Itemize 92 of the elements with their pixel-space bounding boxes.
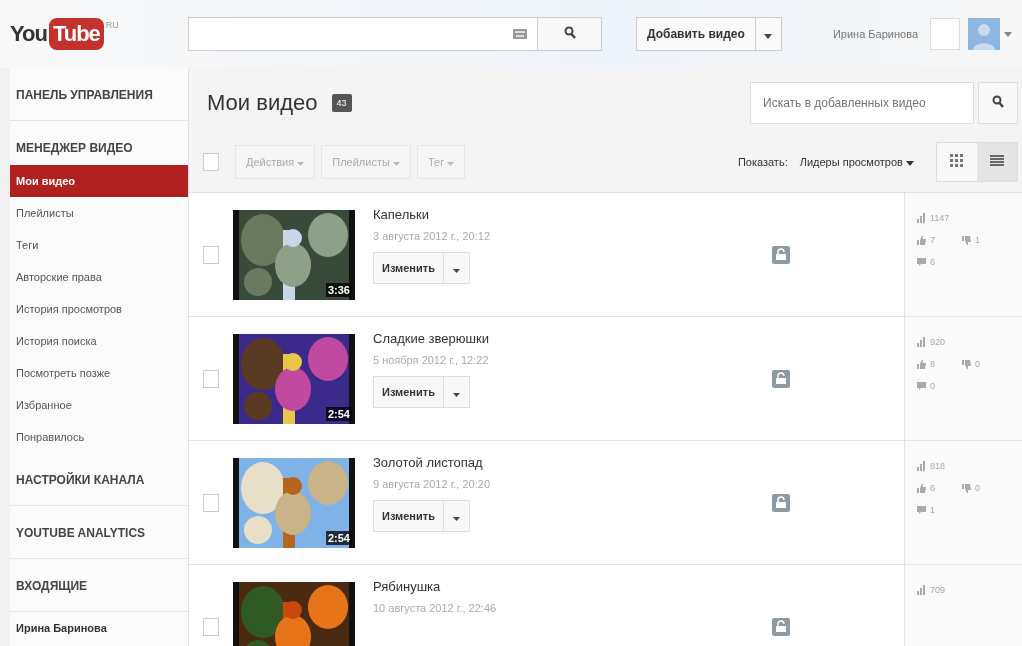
sidebar-item[interactable]: Плейлисты <box>10 197 188 229</box>
caret-icon <box>392 162 400 166</box>
sidebar-item[interactable]: Посмотреть позже <box>10 357 188 389</box>
upload-date: 9 августа 2012 г., 20:20 <box>373 478 490 490</box>
thumbs-up-icon <box>917 235 926 245</box>
search-button[interactable] <box>978 82 1018 124</box>
search-button[interactable] <box>538 17 602 51</box>
dislike-count: 1 <box>975 235 980 245</box>
like-count: 8 <box>930 359 936 369</box>
video-search-field[interactable]: Искать в добавленных видео <box>750 82 974 124</box>
sidebar-heading[interactable]: НАСТРОЙКИ КАНАЛА <box>16 473 145 487</box>
lock-icon[interactable] <box>772 493 790 512</box>
like-count: 7 <box>930 235 936 245</box>
bar-chart-icon <box>917 461 926 471</box>
sidebar-item[interactable]: История поиска <box>10 325 188 357</box>
lock-icon[interactable] <box>772 245 790 264</box>
user-name[interactable]: Ирина Баринова <box>832 28 918 40</box>
thumbs-up-icon <box>917 483 926 493</box>
lock-icon[interactable] <box>772 369 790 388</box>
sidebar-heading[interactable]: ПАНЕЛЬ УПРАВЛЕНИЯ <box>16 88 153 102</box>
caret-icon <box>452 392 460 397</box>
dislike-count: 0 <box>975 359 980 369</box>
sidebar-heading[interactable]: МЕНЕДЖЕР ВИДЕО <box>16 141 133 155</box>
count-badge: 43 <box>331 94 352 112</box>
dropdown-button[interactable] <box>755 17 782 51</box>
bar-chart-icon <box>917 337 926 347</box>
upload-button[interactable]: Добавить видео <box>636 17 756 51</box>
thumbs-down-icon <box>962 483 971 493</box>
edit-button[interactable]: Изменить <box>373 376 444 408</box>
page-title: Мои видео <box>207 90 318 116</box>
keyboard-icon[interactable] <box>513 29 527 39</box>
upload-date: 3 августа 2012 г., 20:12 <box>373 230 490 242</box>
avatar-icon[interactable] <box>968 18 1000 50</box>
row-checkbox[interactable] <box>203 245 219 264</box>
sidebar-item[interactable]: Теги <box>10 229 188 261</box>
bar-chart-icon <box>917 585 926 595</box>
list-view-button[interactable] <box>977 143 1017 181</box>
select-all-checkbox[interactable] <box>203 153 219 171</box>
thumbs-down-icon <box>962 359 971 369</box>
bar-chart-icon <box>917 213 926 223</box>
like-count: 6 <box>930 483 936 493</box>
region-label: RU <box>105 20 119 30</box>
comment-icon <box>917 506 926 514</box>
caret-icon <box>764 33 773 39</box>
sidebar-heading[interactable]: YOUTUBE ANALYTICS <box>16 526 146 540</box>
video-title[interactable]: Рябинушка <box>373 579 497 594</box>
sidebar-item[interactable]: Авторские права <box>10 261 188 293</box>
thumbs-up-icon <box>917 359 926 369</box>
logo-badge: Tube <box>48 18 104 50</box>
grid-icon <box>950 153 964 168</box>
video-title[interactable]: Золотой листопад <box>373 455 490 470</box>
row-checkbox[interactable] <box>203 369 219 388</box>
caret-icon[interactable] <box>1004 31 1012 37</box>
sort-label: Показать: <box>737 156 788 168</box>
grid-view-button[interactable] <box>937 143 977 181</box>
row-checkbox[interactable] <box>203 617 219 636</box>
view-count: 1147 <box>930 213 950 223</box>
lock-icon[interactable] <box>772 617 790 636</box>
caret-icon <box>452 268 460 273</box>
comment-icon <box>917 382 926 390</box>
comment-icon <box>917 258 926 266</box>
search-field[interactable] <box>188 17 538 51</box>
comment-count: 6 <box>930 257 935 267</box>
thumbs-down-icon <box>962 235 971 245</box>
caret-icon <box>297 162 305 166</box>
sidebar-item[interactable]: Понравилось <box>10 421 188 453</box>
sidebar-heading[interactable]: ВХОДЯЩИЕ <box>16 579 88 593</box>
caret-icon <box>906 161 914 166</box>
view-count: 920 <box>930 337 946 347</box>
comment-count: 1 <box>930 505 935 515</box>
caret-icon <box>452 516 460 521</box>
search-icon <box>563 26 576 39</box>
upload-date: 10 августа 2012 г., 22:46 <box>373 602 497 614</box>
sidebar-item[interactable]: История просмотров <box>10 293 188 325</box>
logo-text: You <box>10 20 47 48</box>
caret-icon <box>447 162 455 166</box>
video-title[interactable]: Сладкие зверюшки <box>373 331 489 346</box>
video-title[interactable]: Капельки <box>373 207 490 222</box>
upload-date: 5 ноября 2012 г., 12:22 <box>373 354 489 366</box>
search-icon <box>992 95 1004 108</box>
view-count: 709 <box>930 585 946 595</box>
sort-dropdown[interactable]: Лидеры просмотров <box>793 155 920 169</box>
dislike-count: 0 <box>975 483 980 493</box>
sidebar-item[interactable]: Мои видео <box>10 165 188 197</box>
user-name[interactable]: Ирина Баринова <box>10 612 188 634</box>
comment-count: 0 <box>930 381 935 391</box>
view-count: 818 <box>930 461 946 471</box>
list-icon <box>990 154 1004 167</box>
edit-button[interactable]: Изменить <box>373 500 444 532</box>
row-checkbox[interactable] <box>203 493 219 512</box>
sidebar-item[interactable]: Избранное <box>10 389 188 421</box>
edit-button[interactable]: Изменить <box>373 252 444 284</box>
